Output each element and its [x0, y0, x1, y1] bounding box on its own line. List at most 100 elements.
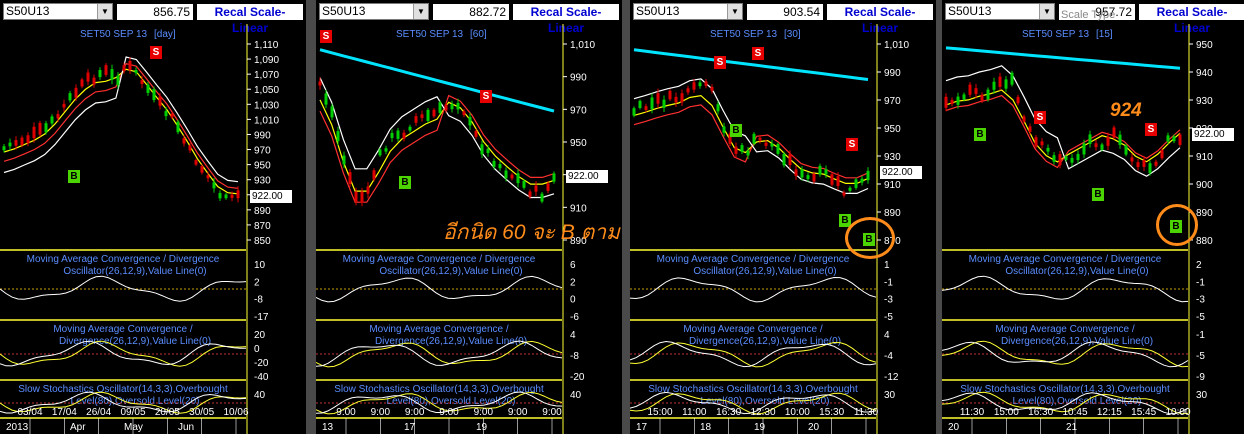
- candle-body: [1124, 145, 1128, 155]
- candle-body: [128, 60, 132, 71]
- time-axis-label: 15:00: [647, 407, 672, 418]
- candle-body: [842, 192, 846, 196]
- scale-type-ghost-label: Scale Type: [1061, 9, 1116, 21]
- chart-canvas: SET50 SEP 13[15]950940930920910900890880…: [942, 24, 1213, 434]
- candle-body: [438, 102, 442, 113]
- indicator-tick-label: 6: [570, 260, 576, 271]
- candle-body: [98, 70, 102, 78]
- candle-body: [492, 160, 496, 167]
- indicator-tick-label: 2: [1196, 260, 1202, 271]
- indicator-tick-label: -8: [570, 351, 579, 362]
- chevron-down-icon[interactable]: ▼: [97, 4, 112, 19]
- indicator-label: Slow Stochastics Oscillator(14,3,3),Over…: [18, 384, 228, 395]
- indicator-tick-label: -5: [1196, 312, 1205, 323]
- price-tick-label: 850: [254, 236, 271, 247]
- date-axis-label: 19: [476, 422, 488, 433]
- candle-body: [680, 93, 684, 103]
- indicator-tick-label: -4: [884, 351, 893, 362]
- price-tick-label: 1,030: [254, 100, 279, 111]
- symbol-select[interactable]: S50U13 ▼: [633, 3, 743, 20]
- last-price-marker: 922.00: [880, 166, 922, 179]
- candle-body: [1010, 72, 1014, 85]
- recal-scale-button[interactable]: Recal Scale-Linear: [513, 4, 619, 35]
- candle-body: [426, 109, 430, 121]
- candle-body: [770, 143, 774, 147]
- candle-body: [432, 109, 436, 117]
- time-axis-label: 30/05: [189, 407, 214, 418]
- candle-body: [50, 116, 54, 124]
- moving-average-line: [633, 104, 869, 179]
- sell-signal-tag: S: [320, 30, 332, 43]
- price-tick-label: 1,010: [884, 40, 909, 51]
- price-tick-label: 970: [254, 146, 271, 157]
- candle-body: [824, 169, 828, 175]
- indicator-tick-label: -3: [884, 295, 893, 306]
- time-axis-label: 16:30: [716, 407, 741, 418]
- candle-body: [122, 65, 126, 72]
- price-tick-label: 1,050: [254, 85, 279, 96]
- candle-body: [848, 187, 852, 191]
- candle-body: [158, 96, 162, 106]
- candle-body: [522, 180, 526, 188]
- candle-body: [1046, 147, 1050, 152]
- indicator-tick-label: 2: [570, 277, 576, 288]
- candle-body: [8, 142, 12, 147]
- chevron-down-icon[interactable]: ▼: [1039, 4, 1054, 19]
- chevron-down-icon[interactable]: ▼: [413, 4, 428, 19]
- candle-body: [632, 108, 636, 116]
- price-tick-label: 930: [884, 152, 901, 163]
- chart-interval: [30]: [784, 29, 801, 40]
- date-axis-label: 17: [636, 422, 648, 433]
- candle-body: [444, 104, 448, 111]
- candle-body: [800, 169, 804, 178]
- candle-body: [468, 117, 472, 126]
- candle-body: [716, 104, 720, 112]
- candle-body: [668, 90, 672, 100]
- candle-body: [450, 104, 454, 110]
- chart-interval: [15]: [1096, 29, 1113, 40]
- recal-scale-button[interactable]: Recal Scale-Linear: [827, 4, 933, 35]
- candle-body: [182, 138, 186, 144]
- candle-body: [92, 77, 96, 85]
- candle-body: [74, 87, 78, 98]
- candle-body: [1166, 135, 1170, 142]
- time-axis-label: 16:30: [1028, 407, 1053, 418]
- candle-body: [836, 176, 840, 186]
- date-axis-label: 18: [700, 422, 712, 433]
- time-axis-label: 10:00: [1165, 407, 1190, 418]
- candle-body: [546, 183, 550, 191]
- candle-body: [348, 172, 352, 184]
- candle-body: [1142, 160, 1146, 167]
- candle-body: [14, 140, 18, 146]
- buy-signal-tag: B: [974, 128, 986, 141]
- candle-body: [974, 88, 978, 94]
- candle-body: [552, 173, 556, 182]
- price-tick-label: 930: [1196, 96, 1213, 107]
- price-tick-label: 950: [254, 161, 271, 172]
- candle-body: [1178, 134, 1182, 145]
- symbol-select[interactable]: S50U13 ▼: [3, 3, 113, 20]
- candle-body: [540, 193, 544, 202]
- candle-body: [146, 84, 150, 93]
- price-tick-label: 970: [570, 105, 587, 116]
- candle-body: [354, 191, 358, 202]
- chart-title: SET50 SEP 13: [80, 29, 148, 40]
- sell-signal-tag: S: [480, 90, 492, 103]
- recal-scale-button[interactable]: Recal Scale-Linear: [197, 4, 303, 35]
- buy-signal-tag: B: [730, 124, 742, 137]
- time-axis-label: 10:45: [1062, 407, 1087, 418]
- recal-scale-button[interactable]: Recal Scale-Linear: [1139, 4, 1244, 35]
- time-axis-label: 11:30: [854, 407, 879, 418]
- symbol-select[interactable]: S50U13 ▼: [945, 3, 1055, 20]
- candle-body: [170, 113, 174, 118]
- chevron-down-icon[interactable]: ▼: [727, 4, 742, 19]
- candle-body: [944, 96, 948, 108]
- date-axis-label: May: [124, 422, 143, 433]
- time-axis-label: 09/05: [120, 407, 145, 418]
- candle-body: [776, 143, 780, 154]
- thai-annotation: อีกนิด 60 จะ B ตาม: [443, 221, 620, 244]
- candle-body: [1064, 156, 1068, 160]
- indicator-tick-label: -20: [254, 358, 269, 369]
- symbol-select[interactable]: S50U13 ▼: [319, 3, 429, 20]
- indicator-tick-label: 2: [254, 277, 260, 288]
